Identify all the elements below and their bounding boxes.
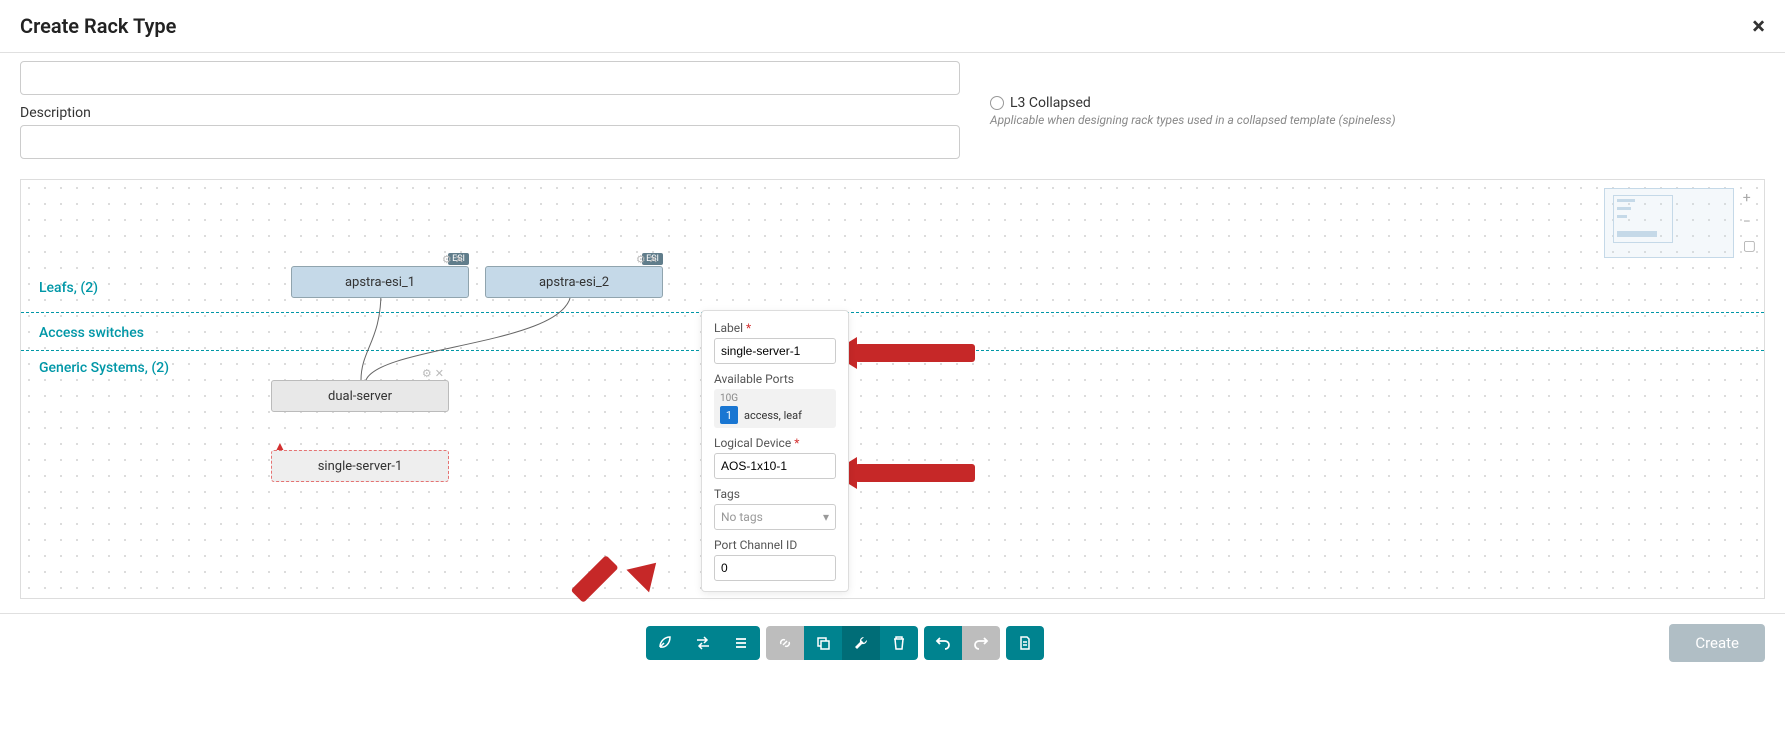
row-leafs-label: Leafs, (2) [39,280,98,296]
label-field-label: Label [714,321,743,335]
tags-label: Tags [714,487,836,501]
node-dual-server[interactable]: ⚙✕ dual-server [271,380,449,412]
zoom-fit-icon[interactable]: ▢ [1743,238,1756,254]
tags-select[interactable]: No tags ▾ [714,504,836,530]
undo-button[interactable] [924,626,962,660]
port-roles: access, leaf [744,409,802,422]
wrench-tool-button[interactable] [842,626,880,660]
l3-collapsed-help: Applicable when designing rack types use… [990,113,1765,127]
gear-icon[interactable]: ⚙ [442,253,452,266]
node-label: apstra-esi_1 [345,275,415,290]
close-icon[interactable]: ✕ [649,253,658,266]
close-icon[interactable]: ✕ [435,367,444,380]
description-input[interactable] [20,125,960,159]
warning-icon: ▲ [274,439,286,453]
node-label: dual-server [328,389,392,404]
gear-icon[interactable]: ⚙ [636,253,646,266]
toolbar [646,626,1044,660]
label-input[interactable] [714,338,836,364]
port-speed: 10G [720,393,830,404]
port-count-badge: 1 [720,406,738,424]
redo-button[interactable] [962,626,1000,660]
name-input[interactable] [20,61,960,95]
node-properties-popover: Label * Available Ports 10G 1 access, le… [701,310,849,592]
close-icon[interactable]: × [1752,12,1765,40]
swap-tool-button[interactable] [684,626,722,660]
logical-device-input[interactable] [714,453,836,479]
l3-collapsed-option[interactable]: L3 Collapsed [990,95,1765,111]
node-leaf1[interactable]: ESI ⚙✕ apstra-esi_1 [291,266,469,298]
gear-icon[interactable]: ⚙ [422,367,432,380]
copy-tool-button[interactable] [804,626,842,660]
available-ports: 10G 1 access, leaf [714,389,836,428]
node-label: apstra-esi_2 [539,275,609,290]
close-icon[interactable]: ✕ [455,253,464,266]
l3-collapsed-label: L3 Collapsed [1010,95,1091,111]
port-channel-id-input[interactable] [714,555,836,581]
link-tool-button[interactable] [766,626,804,660]
zoom-in-icon[interactable]: + [1743,190,1756,206]
row-generic-label: Generic Systems, (2) [39,360,169,376]
description-label: Description [20,105,960,121]
create-button[interactable]: Create [1669,624,1765,662]
delete-tool-button[interactable] [880,626,918,660]
node-leaf2[interactable]: ESI ⚙✕ apstra-esi_2 [485,266,663,298]
chevron-down-icon: ▾ [823,510,829,524]
tags-placeholder: No tags [721,510,763,524]
row-access-label: Access switches [39,325,144,341]
available-ports-label: Available Ports [714,372,836,386]
document-button[interactable] [1006,626,1044,660]
leaf-tool-button[interactable] [646,626,684,660]
port-channel-id-label: Port Channel ID [714,538,836,552]
node-single-server[interactable]: ▲ single-server-1 [271,450,449,482]
minimap[interactable] [1604,188,1734,258]
topology-canvas[interactable]: Leafs, (2) Access switches Generic Syste… [20,179,1765,599]
node-label: single-server-1 [318,459,403,474]
zoom-out-icon[interactable]: − [1743,214,1756,230]
logical-device-label: Logical Device [714,436,791,450]
radio-icon [990,96,1004,110]
page-title: Create Rack Type [20,14,176,38]
list-tool-button[interactable] [722,626,760,660]
